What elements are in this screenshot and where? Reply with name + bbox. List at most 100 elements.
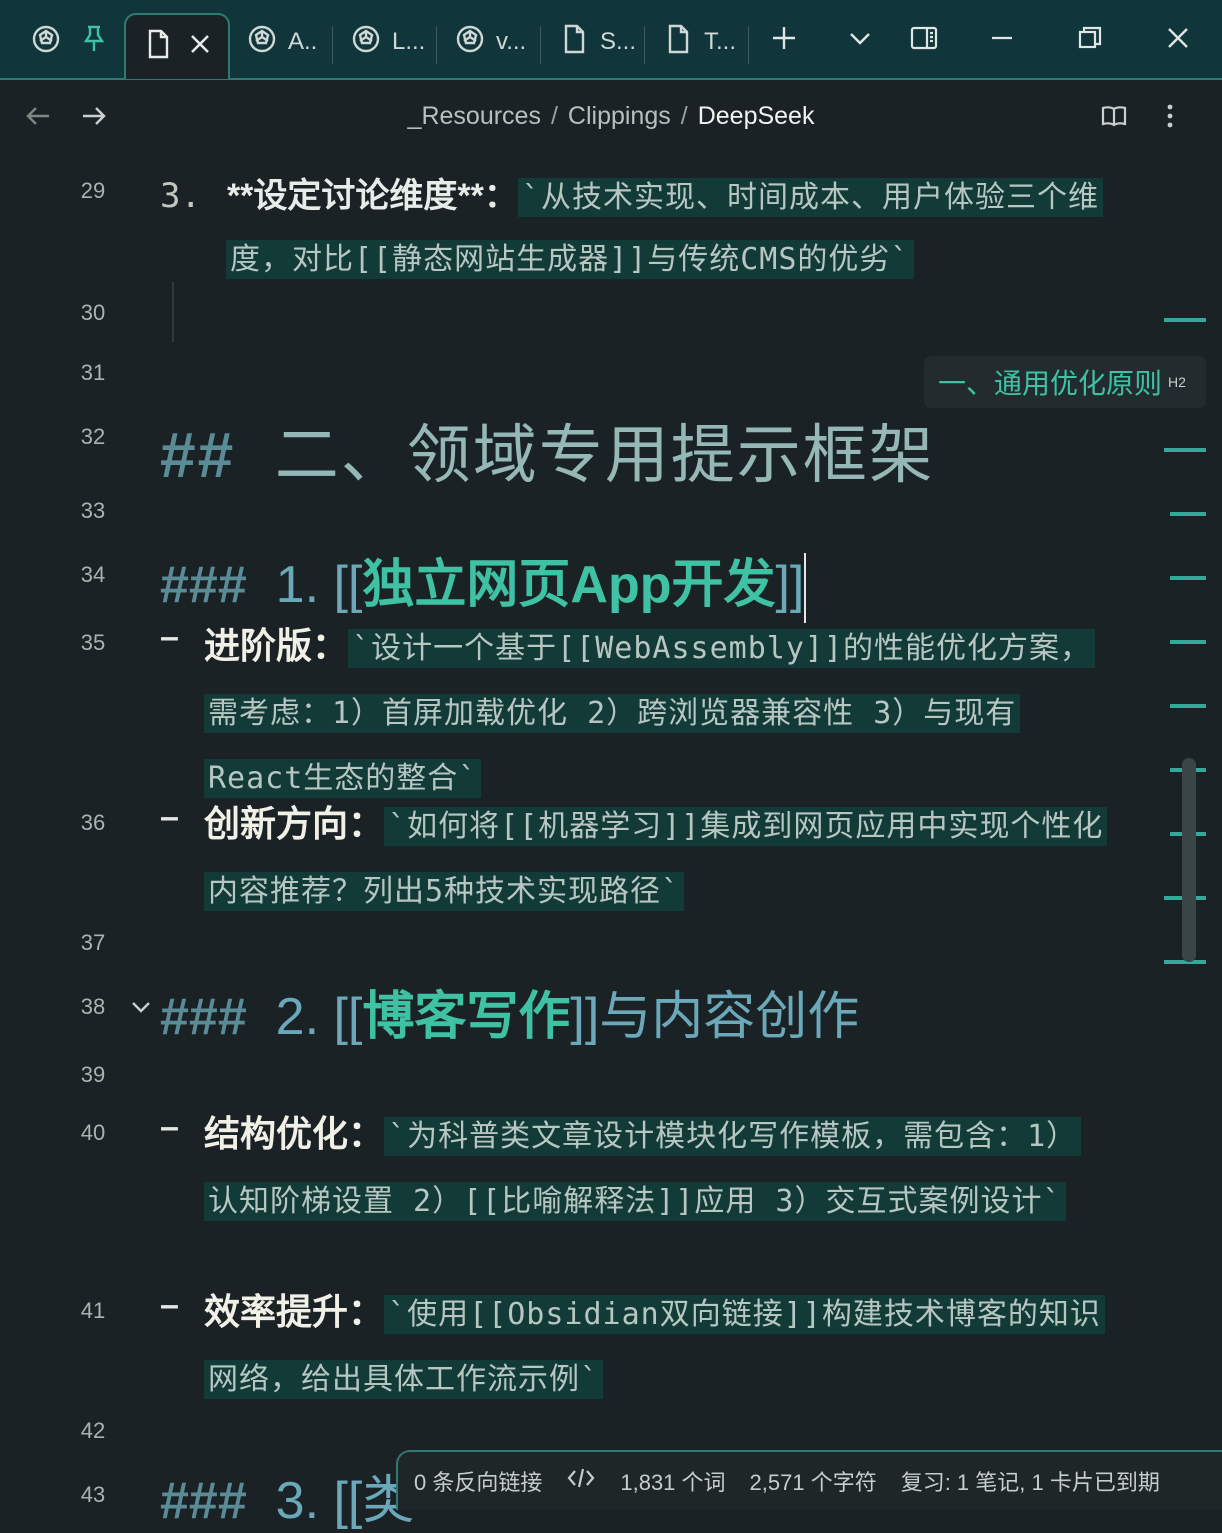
- scrollbar-thumb[interactable]: [1182, 758, 1196, 962]
- bold-text: **设定讨论维度**: [226, 177, 484, 215]
- close-icon: [1163, 23, 1193, 58]
- breadcrumb-item-resources[interactable]: _Resources: [408, 102, 541, 130]
- tab-list-button[interactable]: [838, 18, 882, 62]
- colon: ：: [483, 177, 518, 215]
- line-number: 41: [80, 1298, 106, 1323]
- tab-label: v...: [496, 28, 527, 55]
- list-label: 创新方向：: [204, 803, 385, 844]
- outline-marker[interactable]: [1164, 448, 1206, 452]
- editor-line-36[interactable]: 创新方向： `如何将[[机器学习]]集成到网页应用中实现个性化内容推荐？列出5种技…: [204, 794, 1108, 927]
- line-number: 34: [80, 562, 106, 587]
- minimize-icon: [987, 23, 1017, 58]
- chevron-down-icon: [845, 23, 875, 58]
- file-icon: [558, 23, 590, 62]
- breadcrumb-separator: /: [680, 102, 688, 130]
- line-number: 36: [80, 810, 106, 835]
- outline-heading-label: 一、通用优化原则: [938, 368, 1163, 399]
- line-number: 38: [80, 994, 106, 1019]
- tab-t[interactable]: T...: [662, 20, 736, 64]
- backlinks-count[interactable]: 0 条反向链接: [414, 1465, 542, 1497]
- fold-chevron-icon[interactable]: [128, 994, 154, 1020]
- heading-text: 3. [[类: [275, 1472, 415, 1530]
- outline-marker[interactable]: [1170, 704, 1206, 708]
- tab-v[interactable]: v...: [454, 20, 526, 64]
- reading-view-button[interactable]: [1096, 100, 1132, 136]
- breadcrumb-item-clippings[interactable]: Clippings: [568, 102, 671, 130]
- line-number: 35: [80, 630, 106, 655]
- char-count: 2,571 个字符: [749, 1470, 877, 1495]
- outline-marker[interactable]: [1164, 318, 1206, 322]
- outline-marker[interactable]: [1170, 512, 1206, 516]
- tab-a[interactable]: A..: [246, 20, 317, 64]
- tab-pinned[interactable]: [78, 20, 110, 64]
- restore-icon: [1075, 23, 1105, 58]
- heading-3[interactable]: ### 2. [[博客写作]]与内容创作: [160, 974, 1120, 1049]
- tab-s[interactable]: S...: [558, 20, 636, 64]
- file-icon: [142, 28, 174, 67]
- line-number: 33: [80, 498, 106, 523]
- heading-level-badge: H2: [1168, 374, 1186, 390]
- line-number: 40: [80, 1120, 106, 1145]
- tab-divider: [644, 26, 645, 64]
- list-bullet: –: [160, 618, 179, 656]
- tab-l[interactable]: L...: [350, 20, 425, 64]
- internal-link[interactable]: 独立网页App开发: [362, 556, 775, 614]
- line-number: 30: [80, 300, 106, 325]
- list-number: 3.: [160, 176, 201, 216]
- close-tab-icon[interactable]: [184, 28, 216, 67]
- close-window-button[interactable]: [1156, 18, 1200, 62]
- outline-marker[interactable]: [1170, 640, 1206, 644]
- new-tab-button[interactable]: [762, 18, 806, 62]
- heading-prefix: 2. [[: [275, 988, 363, 1046]
- heading-text: 二、领域专用提示框架: [274, 419, 935, 491]
- heading-3[interactable]: ### 1. [[独立网页App开发]]: [160, 542, 1120, 624]
- editor-line-41[interactable]: 效率提升： `使用[[Obsidian双向链接]]构建技术博客的知识网络，给出具体…: [204, 1282, 1105, 1415]
- line-number: 32: [80, 424, 106, 449]
- tab-obsidian[interactable]: [30, 20, 62, 64]
- line-number: 37: [80, 930, 106, 955]
- editor-line-29[interactable]: 3. **设定讨论维度**： `从技术实现、时间成本、用户体验三个维度，对比[[静态…: [160, 166, 1120, 290]
- editor-line-35[interactable]: 进阶版： `设计一个基于[[WebAssembly]]的性能优化方案，需考虑：1）…: [204, 616, 1104, 814]
- toggle-sidebar-button[interactable]: [902, 18, 946, 62]
- navigation-bar: _Resources / Clippings / DeepSeek: [0, 80, 1222, 156]
- tab-bar: A.. L... v... S... T...: [0, 0, 1222, 80]
- tab-divider: [540, 26, 541, 64]
- more-vertical-icon: [1155, 101, 1185, 136]
- heading-2[interactable]: ## 二、领域专用提示框架: [160, 404, 1120, 496]
- line-number: 43: [80, 1482, 106, 1507]
- plus-icon: [769, 23, 799, 58]
- more-options-button[interactable]: [1152, 100, 1188, 136]
- tab-label: T...: [704, 28, 737, 55]
- tab-divider: [748, 26, 749, 64]
- line-number: 42: [80, 1418, 106, 1443]
- heading-marker: ###: [160, 988, 247, 1046]
- review-status[interactable]: 复习: 1 笔记, 1 卡片已到期: [901, 1465, 1160, 1497]
- outline-tooltip[interactable]: 一、通用优化原则 H2: [924, 356, 1206, 408]
- obsidian-logo-icon: [454, 23, 486, 62]
- heading-prefix: 1. [[: [275, 556, 363, 614]
- outline-marker[interactable]: [1170, 576, 1206, 580]
- line-number: 39: [80, 1062, 106, 1087]
- minimize-button[interactable]: [980, 18, 1024, 62]
- tab-label: L...: [392, 28, 426, 55]
- internal-link[interactable]: 博客写作: [362, 988, 570, 1046]
- obsidian-logo-icon: [30, 23, 62, 62]
- code-icon[interactable]: [566, 1466, 596, 1496]
- status-bar: 0 条反向链接 1,831 个词 2,571 个字符 复习: 1 笔记, 1 卡…: [396, 1450, 1222, 1510]
- breadcrumb-item-current[interactable]: DeepSeek: [698, 102, 815, 130]
- tab-label: A..: [288, 28, 318, 55]
- tab-active-deepseek[interactable]: [124, 13, 230, 79]
- restore-button[interactable]: [1068, 18, 1112, 62]
- text-cursor: [804, 553, 807, 624]
- line-number: 31: [80, 360, 106, 385]
- file-icon: [662, 23, 694, 62]
- heading-marker: ###: [160, 556, 247, 614]
- list-label: 结构优化：: [204, 1113, 385, 1154]
- line-number: 29: [80, 178, 106, 203]
- tab-divider: [332, 26, 333, 64]
- list-bullet: –: [160, 798, 179, 836]
- heading-marker: ##: [160, 419, 236, 491]
- obsidian-logo-icon: [350, 23, 382, 62]
- editor-line-40[interactable]: 结构优化： `为科普类文章设计模块化写作模板，需包含：1）认知阶梯设置 2）[[比…: [204, 1104, 1104, 1237]
- word-count: 1,831 个词: [620, 1470, 726, 1495]
